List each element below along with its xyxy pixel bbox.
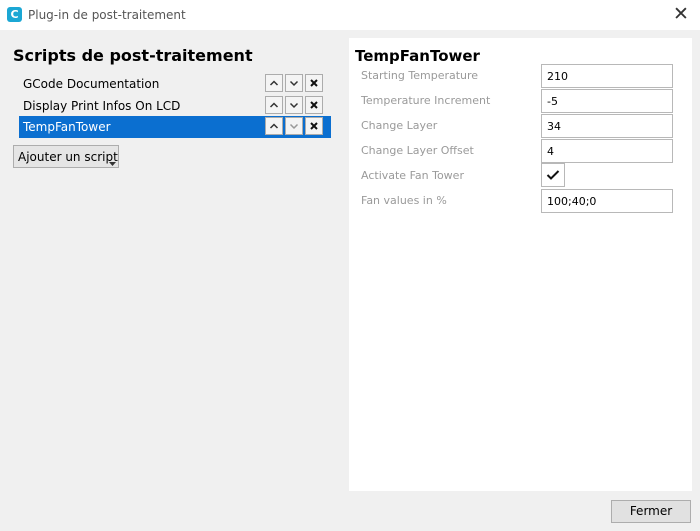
setting-label-fan-values: Fan values in % [361,194,447,207]
move-up-button[interactable] [265,117,283,135]
setting-label-starting-temperature: Starting Temperature [361,69,479,82]
move-down-button[interactable] [285,74,303,92]
close-window-icon[interactable]: ✕ [670,2,692,26]
title-bar: C Plug-in de post-traitement ✕ [0,0,700,30]
close-icon [310,79,318,87]
checkmark-icon [546,170,560,180]
script-settings-panel: TempFanTower Starting Temperature 210 Te… [349,38,692,491]
close-button[interactable]: Fermer [611,500,691,523]
fan-values-input[interactable]: 100;40;0 [541,189,673,213]
starting-temperature-input[interactable]: 210 [541,64,673,88]
script-item-display-print-infos[interactable]: Display Print Infos On LCD [19,95,331,117]
remove-script-button[interactable] [305,74,323,92]
move-down-button[interactable] [285,117,303,135]
change-layer-input[interactable]: 34 [541,114,673,138]
setting-label-change-layer: Change Layer [361,119,438,132]
script-item-label: TempFanTower [23,120,111,134]
setting-label-temperature-increment: Temperature Increment [361,94,491,107]
chevron-up-icon [269,102,279,108]
move-up-button[interactable] [265,96,283,114]
scripts-title: Scripts de post-traitement [13,46,253,65]
add-script-button[interactable]: Ajouter un script [13,145,119,168]
window-title: Plug-in de post-traitement [28,8,186,22]
settings-title: TempFanTower [355,47,480,65]
chevron-down-icon [289,80,299,87]
script-item-label: Display Print Infos On LCD [23,99,181,113]
temperature-increment-input[interactable]: -5 [541,89,673,113]
close-icon [310,101,318,109]
chevron-up-icon [269,80,279,86]
remove-script-button[interactable] [305,117,323,135]
cura-icon: C [7,7,22,22]
change-layer-offset-input[interactable]: 4 [541,139,673,163]
script-item-label: GCode Documentation [23,77,160,91]
script-item-gcode-documentation[interactable]: GCode Documentation [19,73,331,95]
move-up-button[interactable] [265,74,283,92]
dropdown-arrow-icon [109,155,116,169]
script-item-tempfantower[interactable]: TempFanTower [19,116,331,138]
chevron-up-icon [269,123,279,129]
setting-label-change-layer-offset: Change Layer Offset [361,144,474,157]
chevron-down-icon [289,123,299,130]
close-icon [310,122,318,130]
add-script-label: Ajouter un script [18,150,118,164]
move-down-button[interactable] [285,96,303,114]
chevron-down-icon [289,102,299,109]
remove-script-button[interactable] [305,96,323,114]
setting-label-activate-fan-tower: Activate Fan Tower [361,169,464,182]
activate-fan-tower-checkbox[interactable] [541,163,565,187]
